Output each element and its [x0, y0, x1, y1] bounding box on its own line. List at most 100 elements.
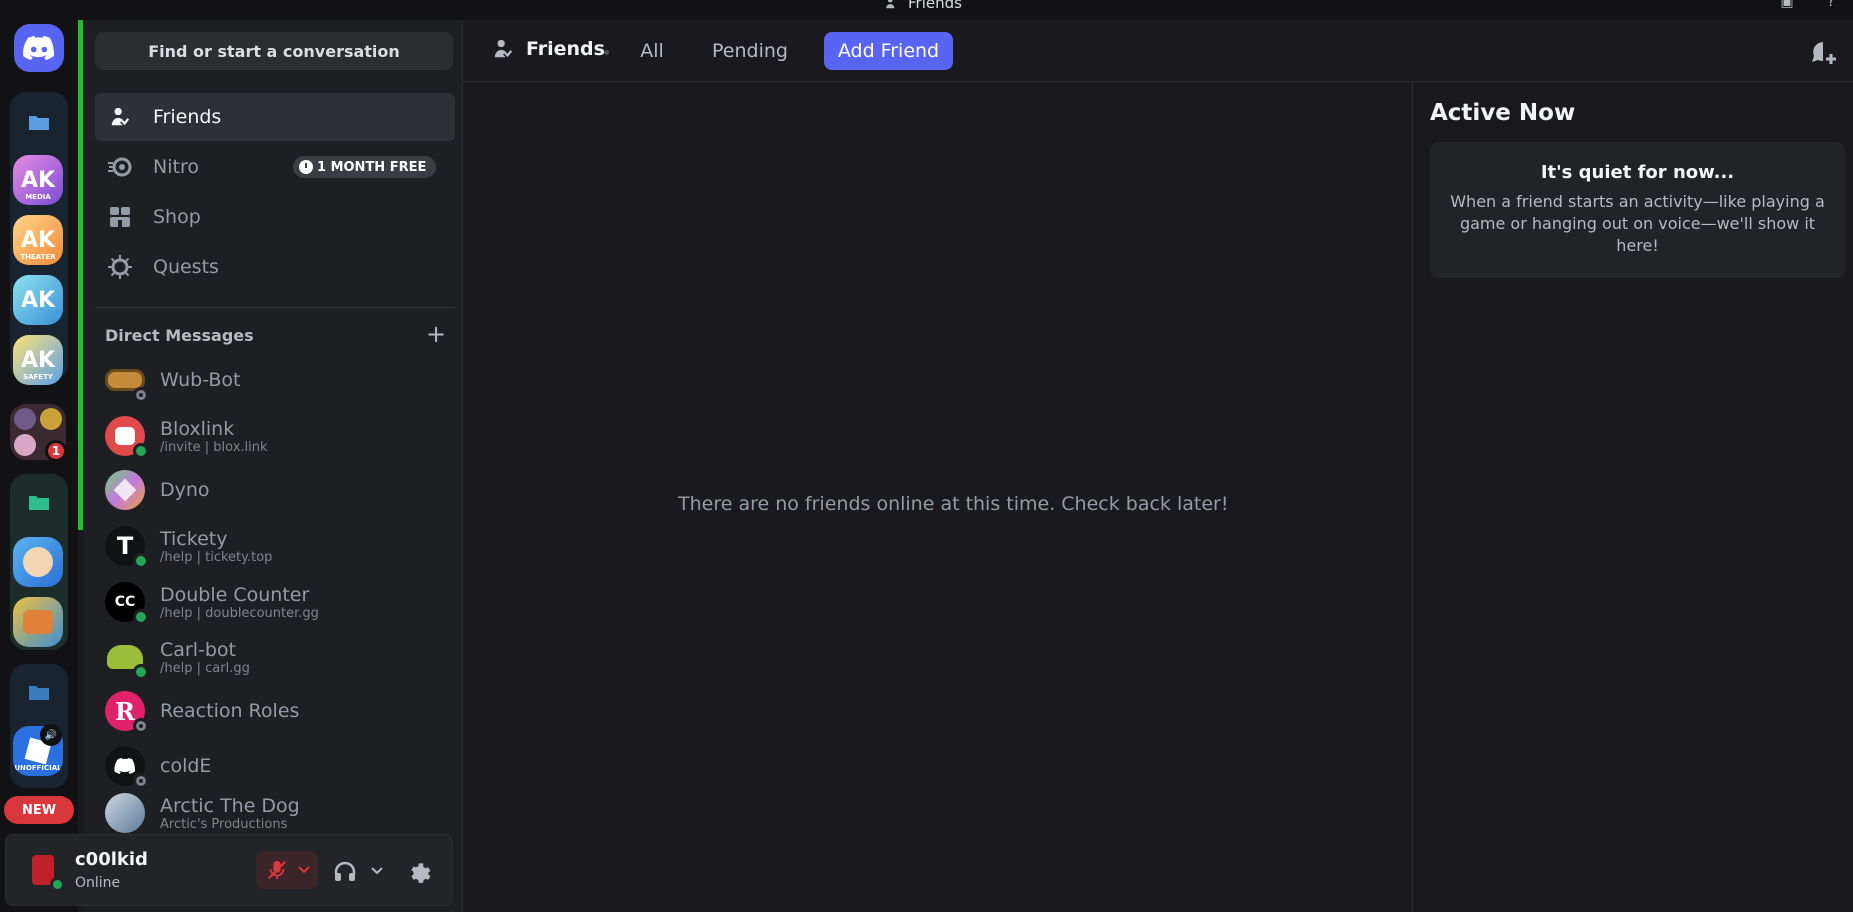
dm-name: Double Counter — [160, 583, 310, 606]
dm-item[interactable]: Dyno — [95, 464, 455, 516]
new-badge: NEW — [4, 796, 74, 824]
server-ak[interactable]: AK — [13, 275, 63, 325]
active-now-border — [1412, 83, 1413, 912]
nav-friends[interactable]: Friends — [95, 93, 455, 141]
topbar-separator-dot — [604, 50, 609, 55]
avatar: CC — [105, 582, 149, 625]
clock-icon — [299, 160, 313, 174]
status-indicator — [133, 553, 149, 569]
avatar: R — [105, 691, 149, 734]
server-game-1[interactable] — [13, 537, 63, 587]
dm-name: coldE — [160, 755, 212, 777]
avatar — [105, 793, 145, 833]
dm-name: Wub-Bot — [160, 369, 241, 391]
avatar — [105, 637, 149, 680]
headphones-button[interactable] — [332, 859, 358, 883]
server-ak-media-text: AK — [20, 167, 56, 193]
inbox-icon[interactable]: ▣ — [1778, 0, 1796, 12]
add-friend-button[interactable]: Add Friend — [824, 32, 953, 70]
dm-item[interactable]: CC Double Counter /help | doublecounter.… — [95, 576, 455, 628]
help-icon[interactable]: ? — [1822, 0, 1840, 12]
tab-all[interactable]: All — [628, 32, 676, 70]
server-ak-safety-sub: SAFETY — [23, 373, 53, 381]
headphones-chevron-button[interactable] — [370, 865, 384, 877]
dm-subtitle: /help | doublecounter.gg — [160, 605, 319, 621]
dm-item[interactable]: Carl-bot /help | carl.gg — [95, 631, 455, 683]
window-titlebar: Friends ▣ ? — [0, 0, 1853, 20]
dm-subtitle: /help | carl.gg — [160, 660, 250, 676]
dm-name: Bloxlink — [160, 417, 235, 440]
active-now-card-description: When a friend starts an activity—like pl… — [1450, 192, 1825, 255]
server-ak-safety[interactable]: AK SAFETY — [13, 335, 63, 385]
nitro-icon — [107, 154, 133, 180]
create-dm-plus-icon[interactable]: + — [425, 320, 447, 348]
server-ak-text: AK — [20, 287, 56, 313]
window-title: Friends — [884, 0, 962, 12]
server-ak-safety-text: AK — [20, 347, 56, 373]
nav-quests-label: Quests — [153, 256, 219, 278]
tickety-logo-icon: T — [116, 532, 134, 560]
mention-badge: 1 — [45, 440, 67, 462]
server-image — [23, 547, 53, 577]
folder-icon[interactable] — [29, 684, 49, 700]
server-ak-media[interactable]: AK MEDIA — [13, 155, 63, 205]
nitro-promo-text: 1 MONTH FREE — [317, 159, 427, 175]
sidebar-border — [462, 20, 463, 912]
settings-button[interactable] — [404, 857, 432, 885]
nav-nitro-label: Nitro — [153, 156, 199, 178]
dm-subtitle: /invite | blox.link — [160, 439, 268, 455]
avatar: T — [105, 526, 149, 569]
topbar-title-text: Friends — [526, 38, 605, 60]
friends-icon — [107, 104, 133, 130]
empty-state-message: There are no friends online at this time… — [678, 493, 1229, 515]
group-mini-avatar — [40, 408, 62, 430]
dm-name: Reaction Roles — [160, 700, 300, 722]
tab-pending[interactable]: Pending — [700, 32, 800, 70]
folder-icon[interactable] — [29, 114, 49, 130]
new-group-dm-button[interactable] — [1811, 40, 1837, 66]
status-indicator — [133, 443, 149, 459]
group-mini-avatar — [14, 434, 36, 456]
window-title-text: Friends — [908, 0, 962, 12]
server-ak-theater-sub: THEATER — [20, 253, 56, 261]
nav-shop-label: Shop — [153, 206, 201, 228]
dm-subtitle: Arctic's Productions — [160, 816, 288, 832]
nitro-promo-pill: 1 MONTH FREE — [293, 156, 437, 178]
nav-shop[interactable]: Shop — [95, 193, 455, 241]
server-ak-media-sub: MEDIA — [25, 193, 51, 201]
avatar — [105, 360, 149, 403]
dm-item[interactable]: coldE — [95, 740, 455, 792]
user-avatar[interactable] — [26, 853, 65, 892]
quests-icon — [107, 254, 133, 280]
server-game-2[interactable] — [13, 597, 63, 647]
sidebar-divider — [95, 307, 455, 308]
discord-logo-icon — [114, 758, 135, 774]
avatar — [105, 470, 145, 510]
nav-quests[interactable]: Quests — [95, 243, 455, 291]
status-indicator — [133, 664, 149, 680]
dm-header: Direct Messages — [105, 326, 254, 345]
dm-item[interactable]: Bloxlink /invite | blox.link — [95, 410, 455, 462]
topbar-title: Friends — [492, 38, 605, 60]
gear-icon — [411, 863, 431, 883]
chevron-down-icon[interactable] — [298, 866, 310, 874]
server-ak-theater[interactable]: AK THEATER — [13, 215, 63, 265]
home-button[interactable] — [14, 24, 64, 72]
mute-button[interactable] — [256, 851, 318, 889]
folder-icon[interactable] — [29, 494, 49, 510]
rail-active-indicator — [78, 20, 83, 530]
dm-item[interactable]: T Tickety /help | tickety.top — [95, 520, 455, 572]
find-conversation-button[interactable]: Find or start a conversation — [95, 32, 453, 70]
status-indicator — [133, 609, 149, 625]
new-group-dm-icon — [1812, 42, 1836, 64]
dm-item[interactable]: Wub-Bot — [95, 354, 455, 406]
username: c00lkid — [75, 849, 148, 870]
dm-name: Dyno — [160, 479, 210, 501]
group-mini-avatar — [14, 408, 36, 430]
friends-icon — [886, 0, 895, 9]
active-now-card-title: It's quiet for now... — [1540, 162, 1735, 183]
dm-item[interactable]: Arctic The Dog Arctic's Productions — [95, 790, 455, 836]
user-status: Online — [75, 875, 121, 891]
dyno-logo-icon — [113, 478, 137, 502]
dm-item[interactable]: R Reaction Roles — [95, 685, 455, 737]
